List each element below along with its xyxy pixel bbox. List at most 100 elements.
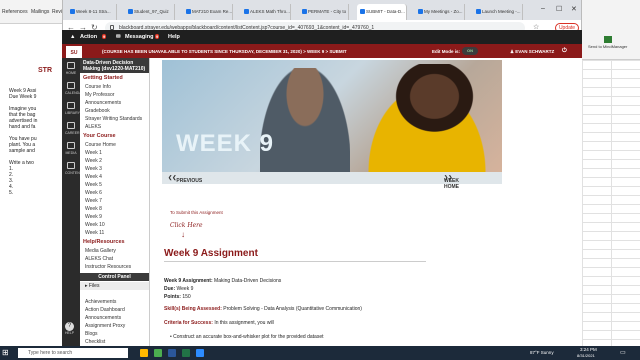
send-to-mindmanager-button[interactable]: Send to MindManager	[588, 36, 627, 49]
user-menu[interactable]: ♟ EVAN SCHWARTZ	[510, 49, 554, 55]
criteria-bullet: • Construct an accurate box-and-whisker …	[170, 334, 324, 340]
media-icon	[67, 142, 75, 149]
control-panel-item[interactable]: Blogs	[80, 330, 149, 338]
menu-item[interactable]: Gradebook	[80, 107, 149, 115]
menu-item-week[interactable]: Week 2	[80, 157, 149, 165]
breadcrumb-bar: (COURSE HAS BEEN UNAVAILABLE TO STUDENTS…	[62, 44, 582, 58]
word-icon[interactable]	[168, 349, 176, 357]
help-icon: ?	[65, 322, 75, 331]
divider	[164, 261, 426, 262]
word-tab-references[interactable]: References	[2, 9, 28, 15]
rail-career-button[interactable]: CAREER	[65, 122, 80, 140]
content-icon	[67, 162, 75, 169]
windows-start-icon[interactable]: ⊞	[2, 348, 12, 358]
messaging-menu[interactable]: Messaging	[125, 34, 153, 40]
taskbar: ⊞ Type here to search 87°F Sunny 3:24 PM…	[0, 346, 640, 360]
menu-item[interactable]: Course Info	[80, 83, 149, 91]
power-icon[interactable]: ⏻	[562, 48, 567, 55]
previous-link[interactable]: ❮❮ PREVIOUS	[168, 175, 202, 184]
action-badge: 9	[102, 34, 107, 39]
word-ribbon: References Mailings Review	[0, 0, 68, 24]
control-panel-header: Control Panel	[80, 273, 149, 281]
menu-item[interactable]: Media Gallery	[80, 247, 149, 255]
control-panel-item[interactable]: Checklist	[80, 338, 149, 346]
rail-calendar-button[interactable]: CALENDAR	[65, 82, 84, 100]
menu-item-week[interactable]: Week 8	[80, 205, 149, 213]
menu-item-week[interactable]: Week 4	[80, 173, 149, 181]
icon-rail: HOME CALENDAR LIBRARY CAREER MEDIA CONTENT	[62, 58, 84, 346]
help-menu[interactable]: Help	[168, 34, 180, 40]
word-logo: STR	[38, 67, 52, 74]
file-explorer-icon[interactable]	[140, 349, 148, 357]
word-document[interactable]: STR Week 9 Assi Due Week 9 Imagine you that…	[0, 24, 62, 346]
menu-item-week[interactable]: Week 9	[80, 213, 149, 221]
rail-label: LIBRARY	[65, 111, 80, 115]
menu-item[interactable]: ALEKS	[80, 123, 149, 131]
submit-note: To Submit this Assignment	[170, 210, 223, 215]
down-arrow-icon: ↓	[181, 230, 185, 239]
skills-line: Skill(s) Being Assessed: Problem Solving…	[164, 306, 362, 312]
taskbar-search[interactable]: Type here to search	[18, 348, 128, 358]
menu-item-week[interactable]: Week 10	[80, 221, 149, 229]
excel-grid[interactable]	[582, 60, 640, 346]
action-icon: ▲	[70, 34, 76, 40]
menu-item-week[interactable]: Week 11	[80, 229, 149, 237]
notifications-icon[interactable]: ▭	[620, 349, 626, 356]
page-nav: ❮❮ PREVIOUS WEEK HOME ❯❯	[162, 172, 502, 190]
home-icon	[67, 62, 75, 69]
breadcrumb[interactable]: (COURSE HAS BEEN UNAVAILABLE TO STUDENTS…	[102, 49, 347, 54]
action-menu[interactable]: Action	[80, 34, 97, 40]
menu-heading-your-course: Your Course	[83, 133, 116, 139]
rail-home-button[interactable]: HOME	[65, 62, 77, 80]
messaging-icon: ✉	[116, 34, 121, 40]
week-home-link[interactable]: WEEK HOME ❯❯	[444, 175, 459, 190]
career-icon	[67, 122, 75, 129]
control-panel-item[interactable]: Action Dashboard	[80, 306, 149, 314]
rail-content-button[interactable]: CONTENT	[65, 162, 82, 180]
chrome-icon[interactable]	[154, 349, 162, 357]
due-line: Due: Week 9	[164, 286, 194, 292]
control-panel-item[interactable]: Achievements	[80, 298, 149, 306]
rail-library-button[interactable]: LIBRARY	[65, 102, 80, 120]
menu-item[interactable]: Strayer Writing Standards	[80, 115, 149, 123]
control-panel-item[interactable]: Assignment Proxy	[80, 322, 149, 330]
points-line: Points: 150	[164, 294, 191, 300]
rail-media-button[interactable]: MEDIA	[65, 142, 77, 160]
menu-item-week[interactable]: Week 3	[80, 165, 149, 173]
edit-mode-toggle[interactable]: ON	[462, 47, 478, 55]
library-icon	[67, 102, 75, 109]
menu-item[interactable]: My Professor	[80, 91, 149, 99]
menu-item[interactable]: Announcements	[80, 99, 149, 107]
control-panel-item[interactable]: Announcements	[80, 314, 149, 322]
calendar-icon	[67, 82, 75, 89]
menu-item-week[interactable]: Course Home	[80, 141, 149, 149]
excel-ribbon	[582, 0, 640, 60]
menu-item-week[interactable]: Week 6	[80, 189, 149, 197]
menu-item[interactable]: Instructor Resources	[80, 263, 149, 271]
word-doc-text: Week 9 Assi Due Week 9 Imagine you that the…	[0, 88, 62, 196]
clock-time[interactable]: 3:24 PM	[580, 347, 597, 352]
weather-status[interactable]: 87°F Sunny	[530, 350, 554, 355]
assignment-line: Week 9 Assignment: Making Data-Driven De…	[164, 278, 282, 284]
rail-label: MEDIA	[65, 151, 77, 155]
banner-person-2	[352, 64, 502, 172]
course-title[interactable]: Data-Driven Decision Making (dsv1220-MAT…	[80, 58, 149, 73]
menu-item[interactable]: ALEKS Chat	[80, 255, 149, 263]
content-area: WEEK 9 ❮❮ PREVIOUS WEEK HOME ❯❯ To Submi…	[150, 58, 582, 346]
excel-icon[interactable]	[182, 349, 190, 357]
word-doc-line: 5.	[9, 190, 14, 196]
menu-item-week[interactable]: Week 1	[80, 149, 149, 157]
menu-item-week[interactable]: Week 5	[80, 181, 149, 189]
zoom-icon[interactable]	[196, 349, 204, 357]
click-here-link[interactable]: Click Here	[170, 222, 203, 229]
bb-top-nav: ▲ Action 9 ✉ Messaging 9 Help	[62, 30, 582, 44]
word-tab-mailings[interactable]: Mailings	[31, 9, 49, 15]
help-button[interactable]: ? HELP	[65, 322, 74, 335]
menu-heading-getting-started: Getting Started	[83, 75, 123, 81]
clock-date: 8/31/2021	[577, 353, 595, 358]
control-panel-files[interactable]: ▸ Files	[80, 282, 149, 290]
rail-label: CAREER	[65, 131, 80, 135]
blackboard-page: ▲ Action 9 ✉ Messaging 9 Help (COURSE HA…	[62, 0, 582, 346]
menu-item-week[interactable]: Week 7	[80, 197, 149, 205]
menu-heading-help-resources: Help/Resources	[83, 239, 125, 245]
